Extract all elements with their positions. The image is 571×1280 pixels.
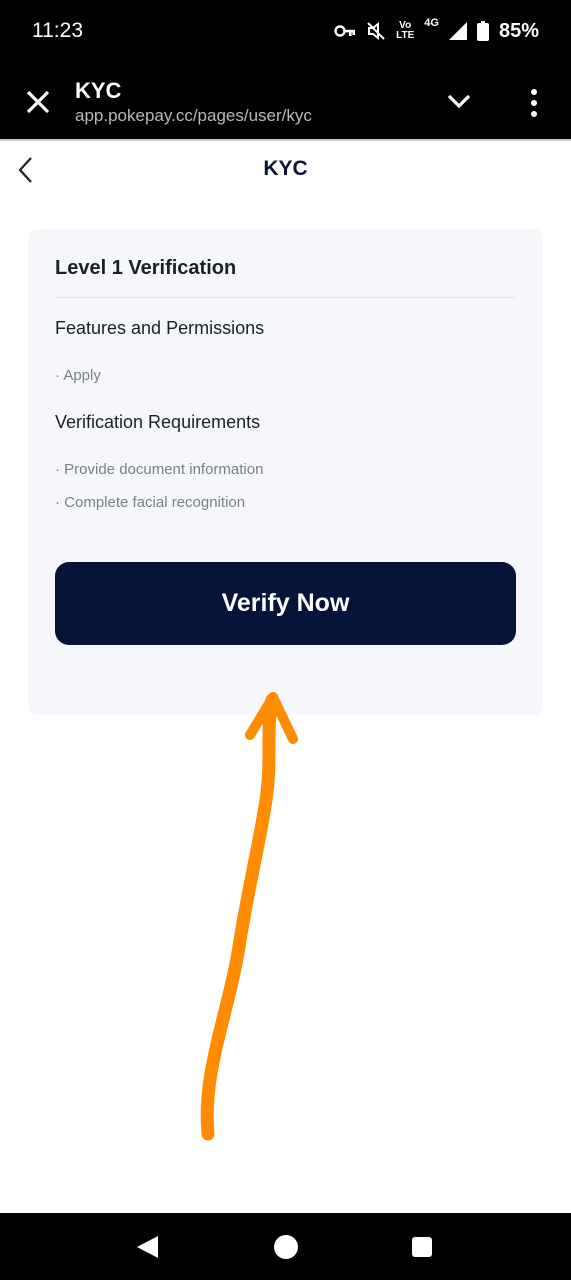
nav-back-icon[interactable] <box>136 1235 160 1259</box>
nav-home-icon[interactable] <box>274 1235 298 1259</box>
battery-icon <box>476 21 489 41</box>
battery-percent: 85% <box>498 19 539 42</box>
mute-icon <box>367 21 385 41</box>
signal-icon <box>448 22 467 40</box>
status-icons: Vo LTE 4G 85% <box>334 18 539 44</box>
verify-now-button[interactable]: Verify Now <box>55 562 516 645</box>
more-vert-icon[interactable] <box>524 88 544 118</box>
close-icon[interactable] <box>24 88 52 116</box>
system-nav-bar <box>0 1213 571 1280</box>
browser-toolbar: KYC app.pokepay.cc/pages/user/kyc <box>0 62 571 139</box>
browser-page-title: KYC <box>75 78 122 103</box>
nav-recents-icon[interactable] <box>412 1237 432 1257</box>
status-time: 11:23 <box>32 19 83 42</box>
verification-card: Level 1 Verification Features and Permis… <box>28 229 543 715</box>
card-title: Level 1 Verification <box>55 257 237 279</box>
page-header: KYC <box>0 141 571 201</box>
status-bar: 11:23 Vo LTE 4G 85% <box>0 0 571 62</box>
browser-url[interactable]: app.pokepay.cc/pages/user/kyc <box>75 106 312 126</box>
requirements-title: Verification Requirements <box>55 412 261 432</box>
page-title: KYC <box>263 157 308 180</box>
vpn-key-icon <box>334 25 356 37</box>
card-divider <box>55 297 516 298</box>
volte-indicator: Vo LTE <box>396 20 415 41</box>
requirement-item: · Complete facial recognition <box>55 494 246 511</box>
features-title: Features and Permissions <box>55 318 265 338</box>
network-type: 4G <box>424 17 439 29</box>
chevron-down-icon[interactable] <box>446 90 472 112</box>
requirement-item: · Provide document information <box>55 461 264 478</box>
feature-item: · Apply <box>55 367 101 384</box>
